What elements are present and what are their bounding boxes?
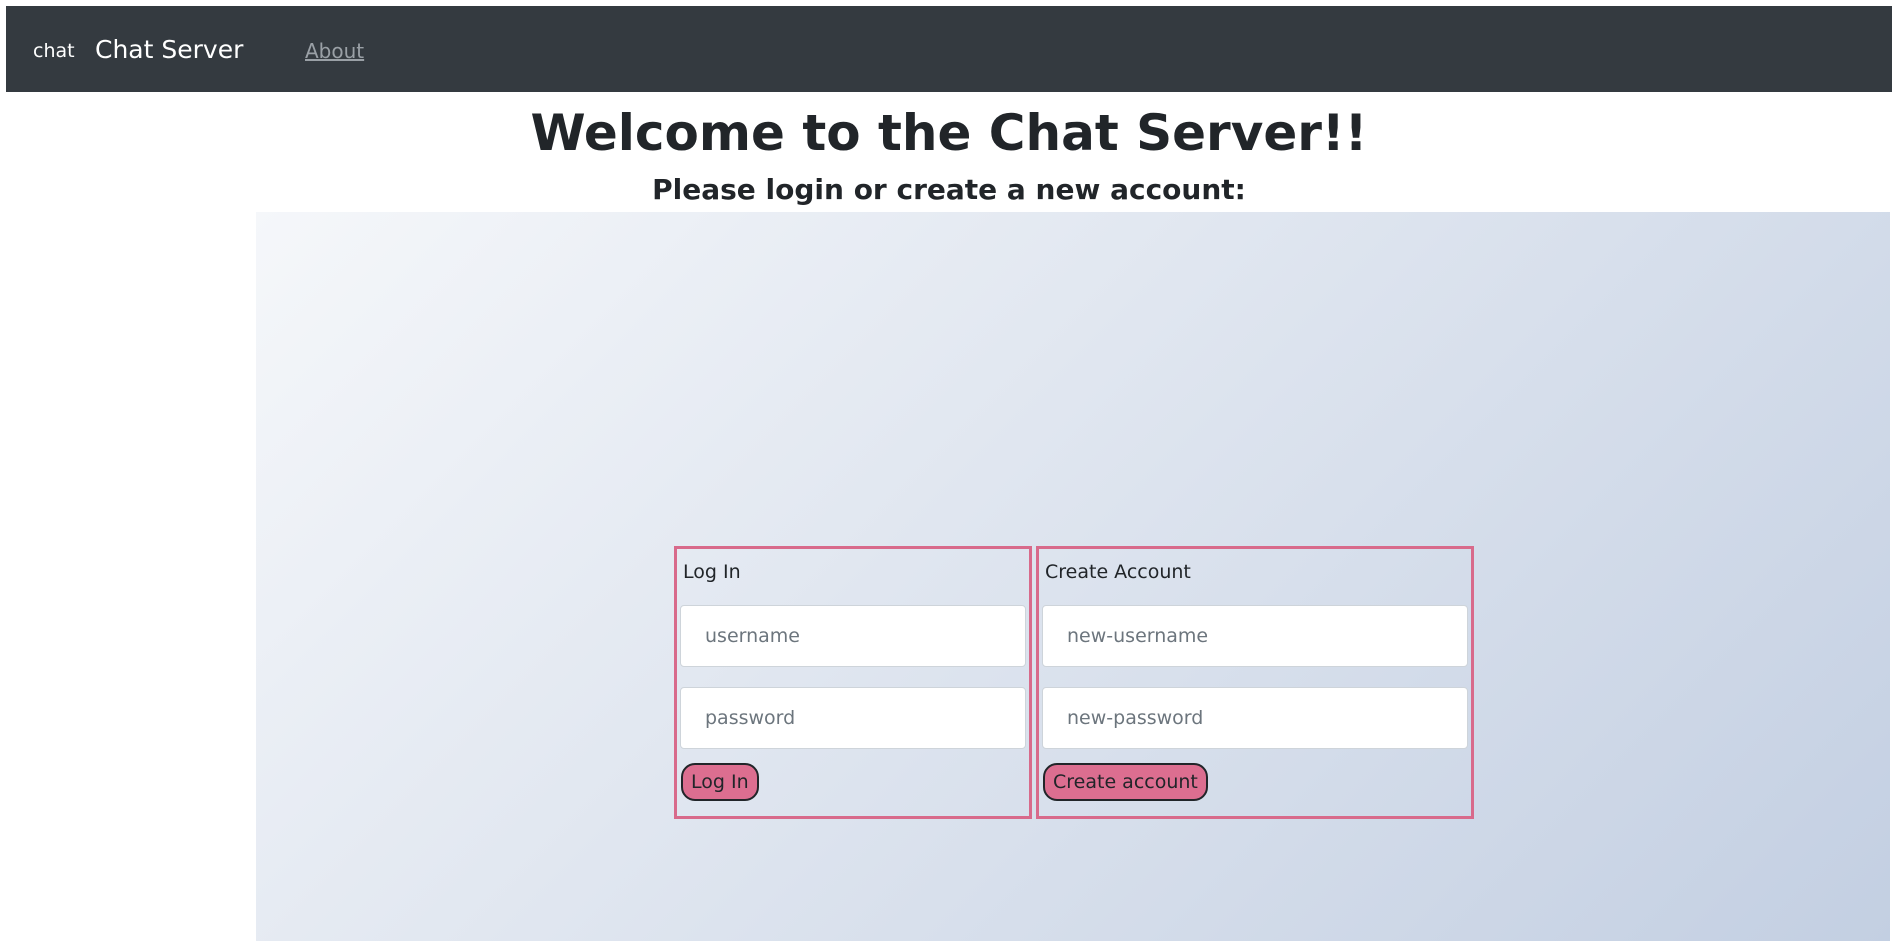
navbar: chat Chat Server About <box>6 6 1892 92</box>
create-account-title: Create Account <box>1045 561 1191 583</box>
login-panel: Log In Log In <box>674 546 1032 819</box>
brand-name[interactable]: Chat Server <box>95 37 243 62</box>
new-password-input[interactable] <box>1042 687 1468 749</box>
login-button[interactable]: Log In <box>681 763 759 801</box>
create-account-button[interactable]: Create account <box>1043 763 1208 801</box>
login-title: Log In <box>683 561 741 583</box>
new-username-input[interactable] <box>1042 605 1468 667</box>
brand-logo[interactable]: chat <box>33 42 75 61</box>
create-account-panel: Create Account Create account <box>1036 546 1474 819</box>
username-input[interactable] <box>680 605 1026 667</box>
password-input[interactable] <box>680 687 1026 749</box>
nav-about-link[interactable]: About <box>305 41 364 61</box>
page-title: Welcome to the Chat Server!! <box>530 104 1368 162</box>
page: chat Chat Server About Welcome to the Ch… <box>6 6 1892 941</box>
page-subtitle: Please login or create a new account: <box>652 173 1246 206</box>
